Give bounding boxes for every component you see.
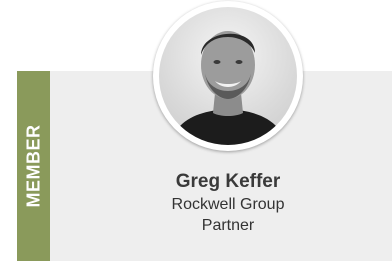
avatar [153, 1, 303, 151]
member-info: Greg Keffer Rockwell Group Partner [140, 170, 316, 236]
member-badge: MEMBER [17, 71, 50, 261]
member-name: Greg Keffer [175, 171, 281, 192]
member-badge-label: MEMBER [23, 124, 43, 208]
member-company: Rockwell Group [171, 196, 285, 213]
member-role: Partner [201, 217, 255, 234]
profile-photo-icon [159, 7, 297, 145]
